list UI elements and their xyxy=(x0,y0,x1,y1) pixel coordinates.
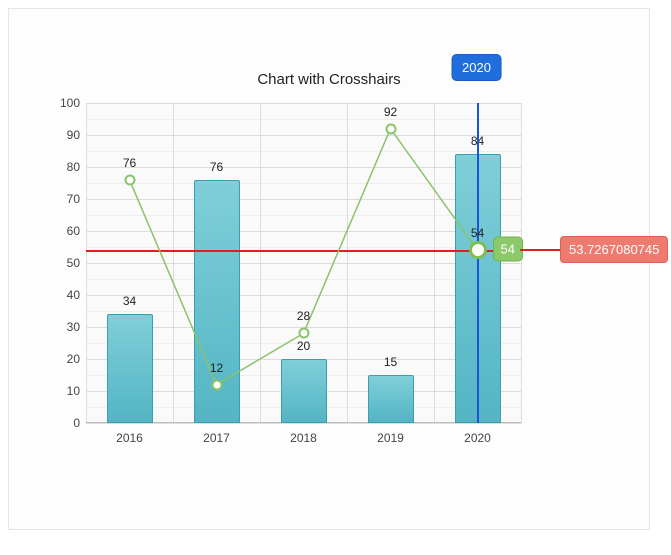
y-tick: 30 xyxy=(67,320,80,334)
line-label: 12 xyxy=(210,361,223,375)
crosshair-horizontal-ext xyxy=(520,249,560,251)
chart-panel: Chart with Crosshairs 0 10 20 30 40 50 60 70 80 9… xyxy=(8,8,650,530)
line-point[interactable] xyxy=(469,241,487,259)
line-label: 76 xyxy=(123,156,136,170)
line-point[interactable] xyxy=(298,328,309,339)
x-tick: 2016 xyxy=(116,431,143,445)
y-tick: 20 xyxy=(67,352,80,366)
line-label: 92 xyxy=(384,105,397,119)
y-tick: 0 xyxy=(73,416,80,430)
x-tick: 2019 xyxy=(377,431,404,445)
line-point[interactable] xyxy=(385,123,396,134)
x-tick: 2020 xyxy=(464,431,491,445)
y-tick: 70 xyxy=(67,192,80,206)
chart-container: Chart with Crosshairs 0 10 20 30 40 50 60 70 80 9… xyxy=(0,0,671,555)
crosshair-datapoint-tag: 54 xyxy=(493,237,523,262)
y-tick: 40 xyxy=(67,288,80,302)
y-tick: 80 xyxy=(67,160,80,174)
line-point[interactable] xyxy=(211,379,222,390)
y-tick: 100 xyxy=(60,96,80,110)
line-label: 28 xyxy=(297,309,310,323)
plot-area[interactable]: 0102030405060708090100347620158476122892… xyxy=(86,103,521,423)
crosshair-y-tag: 53.7267080745 xyxy=(560,236,668,263)
y-tick: 50 xyxy=(67,256,80,270)
y-tick: 60 xyxy=(67,224,80,238)
x-tick: 2017 xyxy=(203,431,230,445)
crosshair-x-tag: 2020 xyxy=(451,54,502,81)
x-tick: 2018 xyxy=(290,431,317,445)
line-point[interactable] xyxy=(124,174,135,185)
y-tick: 10 xyxy=(67,384,80,398)
line-label: 54 xyxy=(471,226,484,240)
chart-title: Chart with Crosshairs xyxy=(9,71,649,88)
y-tick: 90 xyxy=(67,128,80,142)
